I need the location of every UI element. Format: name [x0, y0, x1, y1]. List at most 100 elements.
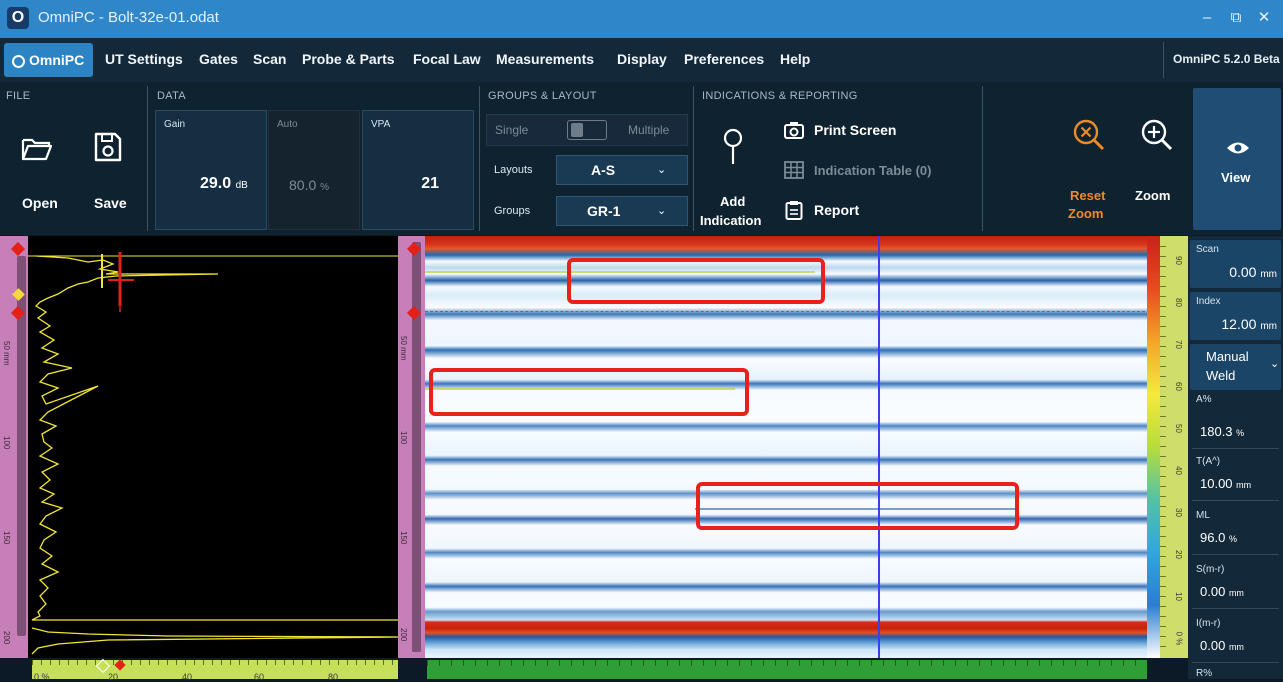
scale-ticks [1160, 246, 1166, 650]
chevron-down-icon: ⌄ [657, 205, 667, 217]
menu-measurements[interactable]: Measurements [496, 51, 594, 67]
single-label: Single [495, 123, 529, 137]
chevron-down-icon: ⌄ [657, 164, 667, 176]
scale-tick-label: 10 [1173, 592, 1183, 601]
indications-group-title: INDICATIONS & REPORTING [702, 90, 858, 102]
folder-open-icon [21, 138, 53, 161]
readings-divider [1192, 662, 1279, 663]
camera-icon [784, 122, 804, 139]
scan-cursor-line[interactable] [878, 236, 880, 658]
scan-image-view[interactable] [425, 236, 1160, 658]
mode-switch[interactable] [567, 120, 607, 140]
ruler-ticks [427, 660, 1147, 666]
eye-icon [1227, 142, 1249, 154]
open-button[interactable]: Open [10, 125, 70, 220]
reset-label: Reset [1070, 188, 1106, 203]
pin-icon [723, 128, 743, 164]
ruler-tick-label: 20 [108, 672, 119, 682]
multiple-label: Multiple [628, 123, 670, 137]
menu-scan[interactable]: Scan [253, 51, 286, 67]
ascan-view[interactable] [28, 236, 399, 658]
scan-axis-ruler[interactable] [427, 660, 1147, 679]
t-a-value: 10.00 mm [1200, 476, 1252, 491]
single-multiple-toggle[interactable]: Single Multiple [486, 114, 688, 146]
reading-mode-dropdown[interactable]: Manual Weld ⌄ [1190, 344, 1281, 390]
scale-tick-label: 20 [1173, 550, 1183, 559]
groups-layout-title: GROUPS & LAYOUT [488, 90, 597, 102]
restore-button[interactable]: ⧉ [1224, 6, 1248, 30]
menu-ut-settings[interactable]: UT Settings [105, 51, 183, 67]
layouts-dropdown[interactable]: A-S ⌄ [556, 155, 688, 185]
menu-gates[interactable]: Gates [199, 51, 238, 67]
ruler-tick-label: 150 [2, 531, 11, 545]
tab-omnipc-label: OmniPC [29, 52, 85, 68]
version-label: OmniPC 5.2.0 Beta [1173, 52, 1280, 66]
omnipc-logo-icon: O [7, 7, 29, 29]
save-button[interactable]: Save [85, 125, 140, 220]
auto-label: Auto [277, 119, 298, 130]
close-button[interactable]: ✕ [1252, 6, 1276, 30]
gain-field[interactable]: Gain 29.0 dB [155, 110, 267, 230]
print-screen-button[interactable]: Print Screen [782, 118, 962, 144]
ruler-tick-label: 200 [2, 631, 11, 645]
gate-line [425, 311, 1160, 312]
gain-label: Gain [164, 119, 186, 130]
menu-display[interactable]: Display [617, 51, 667, 67]
minimize-button[interactable]: – [1195, 6, 1219, 30]
i-m-r-value: 0.00 mm [1200, 638, 1244, 653]
gate-marker-icon[interactable] [10, 241, 26, 257]
layouts-label: Layouts [494, 164, 533, 176]
ribbon-divider [147, 86, 148, 231]
switch-knob [571, 123, 583, 137]
ruler-ticks [32, 660, 398, 665]
auto-value: 80.0 % [289, 177, 330, 193]
view-label: View [1221, 170, 1251, 185]
ascan-amplitude-ruler[interactable]: 0 % 20 40 60 80 [32, 658, 398, 682]
view-button[interactable]: View [1193, 88, 1281, 230]
scale-tick-label: 40 [1173, 466, 1183, 475]
readings-divider [1192, 448, 1279, 449]
scale-tick-label: 80 [1173, 298, 1183, 307]
reset-zoom-label: Zoom [1068, 206, 1104, 221]
print-screen-label: Print Screen [814, 122, 897, 138]
gain-value: 29.0 dB [200, 175, 248, 192]
ruler-scrollbar[interactable] [412, 242, 421, 652]
reset-zoom-button[interactable]: Reset Zoom [1060, 112, 1118, 227]
indication-table-button[interactable]: Indication Table (0) [782, 158, 962, 184]
groups-dropdown[interactable]: GR-1 ⌄ [556, 196, 688, 226]
highlight-box [696, 482, 1019, 530]
tab-omnipc[interactable]: OmniPC [4, 43, 93, 77]
clipboard-icon [785, 201, 803, 220]
ribbon-divider [479, 86, 480, 231]
highlight-box [429, 368, 749, 416]
vpa-label: VPA [371, 119, 391, 130]
scale-tick-label: 30 [1173, 508, 1183, 517]
sscan-depth-ruler[interactable]: 50 mm 100 150 200 [398, 236, 425, 658]
zoom-button[interactable]: Zoom [1128, 112, 1184, 227]
menu-focal-law[interactable]: Focal Law [413, 51, 481, 67]
ruler-tick-label: 50 mm [399, 336, 408, 361]
ribbon-divider [982, 86, 983, 231]
index-position-field[interactable]: Index 12.00 mm [1190, 292, 1281, 340]
scan-position-field[interactable]: Scan 0.00 mm [1190, 240, 1281, 288]
amplitude-color-bar [1147, 236, 1160, 658]
groups-label: Groups [494, 205, 531, 217]
mode-line-2: Weld [1206, 368, 1236, 383]
readings-divider [1192, 608, 1279, 609]
vpa-field[interactable]: VPA 21 [362, 110, 474, 230]
ruler-tick-label: 150 [399, 531, 408, 545]
groups-value: GR-1 [587, 203, 621, 219]
report-button[interactable]: Report [782, 198, 962, 224]
ascan-depth-ruler[interactable]: 50 mm 100 150 200 [0, 236, 28, 658]
ml-value: 96.0 % [1200, 530, 1237, 545]
menu-probe-parts[interactable]: Probe & Parts [302, 51, 395, 67]
report-label: Report [814, 202, 860, 218]
add-indication-button[interactable]: Add Indication [698, 120, 770, 230]
readings-divider [1192, 554, 1279, 555]
a-percent-value: 180.3 % [1200, 424, 1245, 439]
menu-preferences[interactable]: Preferences [684, 51, 764, 67]
data-group-title: DATA [157, 90, 186, 102]
menu-help[interactable]: Help [780, 51, 810, 67]
scan-label: Scan [1196, 244, 1219, 255]
ruler-tick-label: 100 [399, 431, 408, 445]
